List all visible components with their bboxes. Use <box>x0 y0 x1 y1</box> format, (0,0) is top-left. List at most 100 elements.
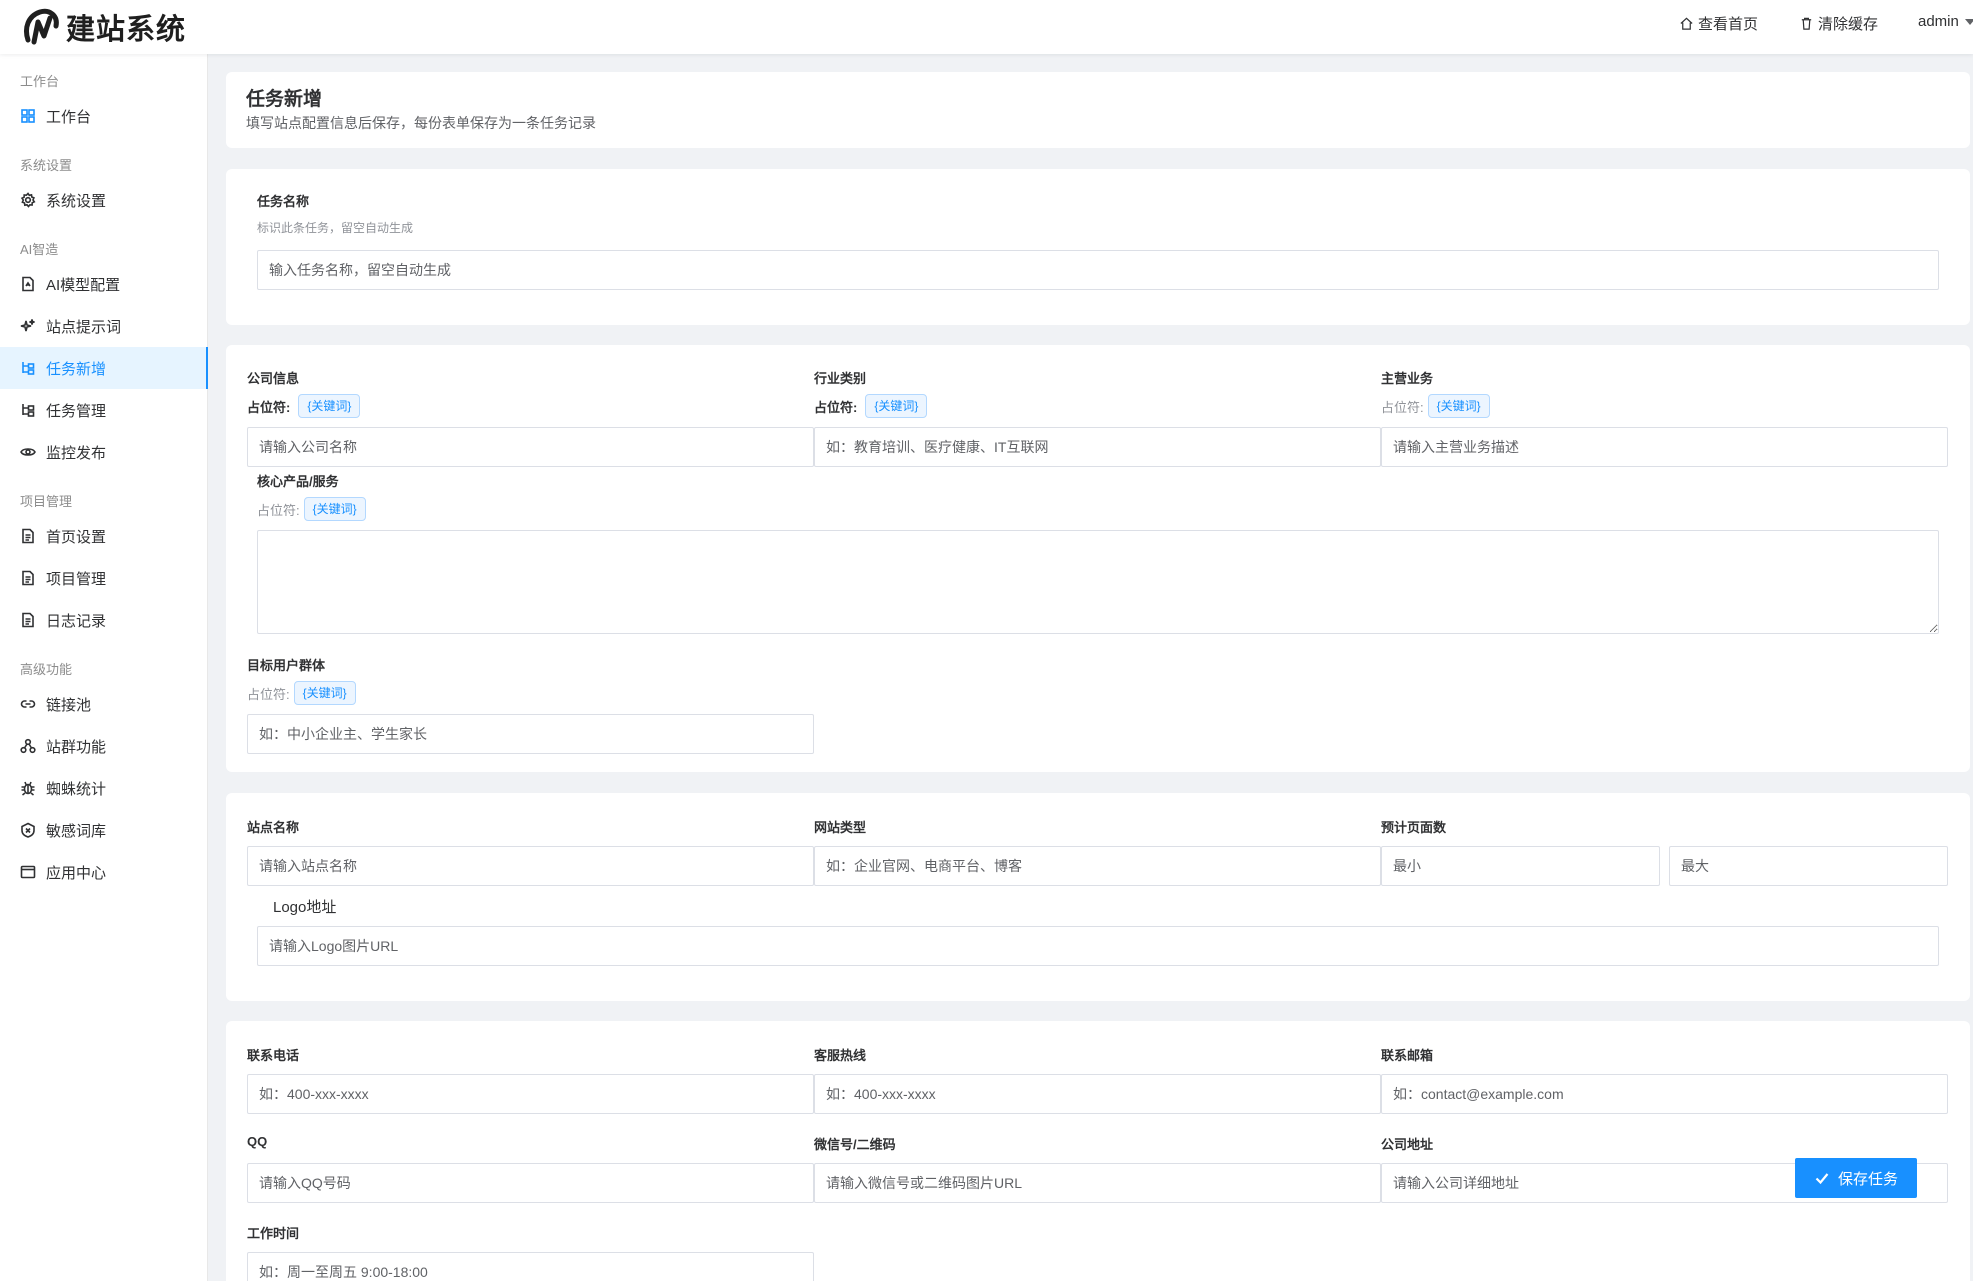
sidebar-group-title: 系统设置 <box>20 158 73 173</box>
phone-label: 联系电话 <box>247 1048 300 1063</box>
site-name-input[interactable] <box>247 846 814 886</box>
check-icon <box>1815 1173 1829 1185</box>
sidebar-item-label: 监控发布 <box>46 444 107 462</box>
target-audience-input[interactable] <box>247 714 814 754</box>
sidebar-item-ai-model[interactable]: AI模型配置 <box>0 263 208 305</box>
address-label: 公司地址 <box>1381 1137 1434 1152</box>
sidebar-item-label: 敏感词库 <box>46 822 107 840</box>
placeholder-label: 占位符: <box>247 686 290 702</box>
sidebar-item-site-prompts[interactable]: 站点提示词 <box>0 305 208 347</box>
eye-icon <box>20 448 36 456</box>
main-business-label: 主营业务 <box>1381 371 1434 386</box>
core-product-textarea[interactable] <box>257 530 1939 634</box>
task-name-input[interactable] <box>257 250 1939 290</box>
sidebar-item-workbench[interactable]: 工作台 <box>0 95 208 137</box>
keyword-tag[interactable]: {关键词} <box>293 681 356 705</box>
sparkle-icon <box>20 319 35 332</box>
email-label: 联系邮箱 <box>1381 1048 1434 1063</box>
sidebar-item-link-pool[interactable]: 链接池 <box>0 683 208 725</box>
brand-name: 建站系统 <box>66 14 187 46</box>
page-count-max-input[interactable] <box>1669 846 1948 886</box>
task-name-label: 任务名称 <box>257 194 310 209</box>
task-name-hint: 标识此条任务，留空自动生成 <box>257 221 414 235</box>
tree-icon <box>22 362 35 375</box>
sidebar-item-site-cluster[interactable]: 站群功能 <box>0 725 208 767</box>
save-task-label: 保存任务 <box>1837 1170 1898 1188</box>
view-home-label: 查看首页 <box>1698 16 1759 33</box>
qq-label: QQ <box>247 1134 268 1149</box>
keyword-tag[interactable]: {关键词} <box>298 394 361 418</box>
company-info-card: 公司信息 占位符: {关键词} 行业类别 占位符: {关键词} 主营业务 占位符… <box>226 345 1970 772</box>
hotline-label: 客服热线 <box>814 1048 867 1063</box>
clear-cache-link[interactable]: 清除缓存 <box>1799 13 1878 34</box>
contact-info-card: 联系电话 客服热线 联系邮箱 QQ 微信号/二维码 公司地址 工作时间 <box>226 1021 1970 1281</box>
work-hours-label: 工作时间 <box>247 1226 300 1241</box>
username: admin <box>1918 13 1959 30</box>
sidebar-item-project-manage[interactable]: 项目管理 <box>0 557 208 599</box>
tree-icon <box>22 404 35 417</box>
site-type-input[interactable] <box>814 846 1381 886</box>
keyword-tag[interactable]: {关键词} <box>303 497 366 521</box>
work-hours-input[interactable] <box>247 1252 814 1281</box>
site-name-label: 站点名称 <box>247 820 300 835</box>
placeholder-row: 占位符: {关键词} <box>257 497 366 521</box>
home-icon <box>1680 17 1693 30</box>
sidebar-item-label: 任务管理 <box>46 402 107 420</box>
link-icon <box>20 700 36 708</box>
keyword-tag[interactable]: {关键词} <box>1427 394 1490 418</box>
email-input[interactable] <box>1381 1074 1948 1114</box>
core-product-label: 核心产品/服务 <box>257 474 339 489</box>
sidebar-item-logs[interactable]: 日志记录 <box>0 599 208 641</box>
sidebar-item-label: 工作台 <box>46 108 92 126</box>
placeholder-row: 占位符: {关键词} <box>247 681 356 705</box>
sidebar-item-home-settings[interactable]: 首页设置 <box>0 515 208 557</box>
target-audience-label: 目标用户群体 <box>247 658 326 673</box>
qq-input[interactable] <box>247 1163 814 1203</box>
placeholder-row: 占位符: {关键词} <box>1381 394 1490 418</box>
sidebar-item-label: 日志记录 <box>46 612 107 630</box>
clear-cache-label: 清除缓存 <box>1818 16 1879 33</box>
sidebar-group-title: AI智造 <box>20 242 59 257</box>
sidebar: 工作台 工作台 系统设置 系统设置 AI智造 AI模型配置 站点提示词 任务新增… <box>0 54 208 1281</box>
document-icon <box>22 612 34 628</box>
logo-url-input[interactable] <box>257 926 1939 966</box>
site-type-label: 网站类型 <box>814 820 867 835</box>
bug-icon <box>21 781 35 796</box>
sidebar-group-title: 工作台 <box>20 74 60 89</box>
brand-logo[interactable]: 建站系统 <box>20 4 186 50</box>
sidebar-item-label: 蜘蛛统计 <box>46 780 107 798</box>
save-task-button[interactable]: 保存任务 <box>1795 1158 1917 1198</box>
sidebar-item-spider-stats[interactable]: 蜘蛛统计 <box>0 767 208 809</box>
top-header: 建站系统 查看首页 清除缓存 admin <box>0 0 1973 54</box>
sidebar-item-monitor-publish[interactable]: 监控发布 <box>0 431 208 473</box>
keyword-tag[interactable]: {关键词} <box>865 394 928 418</box>
page-count-min-input[interactable] <box>1381 846 1660 886</box>
hotline-input[interactable] <box>814 1074 1381 1114</box>
phone-input[interactable] <box>247 1074 814 1114</box>
sidebar-item-system-settings[interactable]: 系统设置 <box>0 179 208 221</box>
placeholder-label: 占位符: <box>257 502 300 518</box>
wechat-input[interactable] <box>814 1163 1381 1203</box>
sidebar-item-label: 任务新增 <box>46 360 107 378</box>
wechat-label: 微信号/二维码 <box>814 1137 896 1152</box>
company-info-label: 公司信息 <box>247 371 300 386</box>
user-menu[interactable]: admin <box>1918 13 1973 30</box>
sidebar-item-task-add[interactable]: 任务新增 <box>0 347 208 389</box>
company-name-input[interactable] <box>247 427 814 467</box>
document-icon <box>22 570 34 586</box>
sidebar-item-app-center[interactable]: 应用中心 <box>0 851 208 893</box>
industry-input[interactable] <box>814 427 1381 467</box>
sidebar-item-label: 系统设置 <box>46 192 107 210</box>
sidebar-item-sensitive-words[interactable]: 敏感词库 <box>0 809 208 851</box>
placeholder-row: 占位符: {关键词} <box>814 394 928 418</box>
document-icon <box>22 528 34 544</box>
page-count-label: 预计页面数 <box>1381 820 1447 835</box>
sidebar-item-label: 首页设置 <box>46 528 107 546</box>
caret-down-icon <box>1964 18 1973 25</box>
main-business-input[interactable] <box>1381 427 1948 467</box>
sidebar-item-task-manage[interactable]: 任务管理 <box>0 389 208 431</box>
file-ai-icon <box>22 276 34 292</box>
view-home-link[interactable]: 查看首页 <box>1679 13 1758 34</box>
sidebar-group-title: 高级功能 <box>20 662 73 677</box>
sidebar-item-label: 链接池 <box>46 696 92 714</box>
